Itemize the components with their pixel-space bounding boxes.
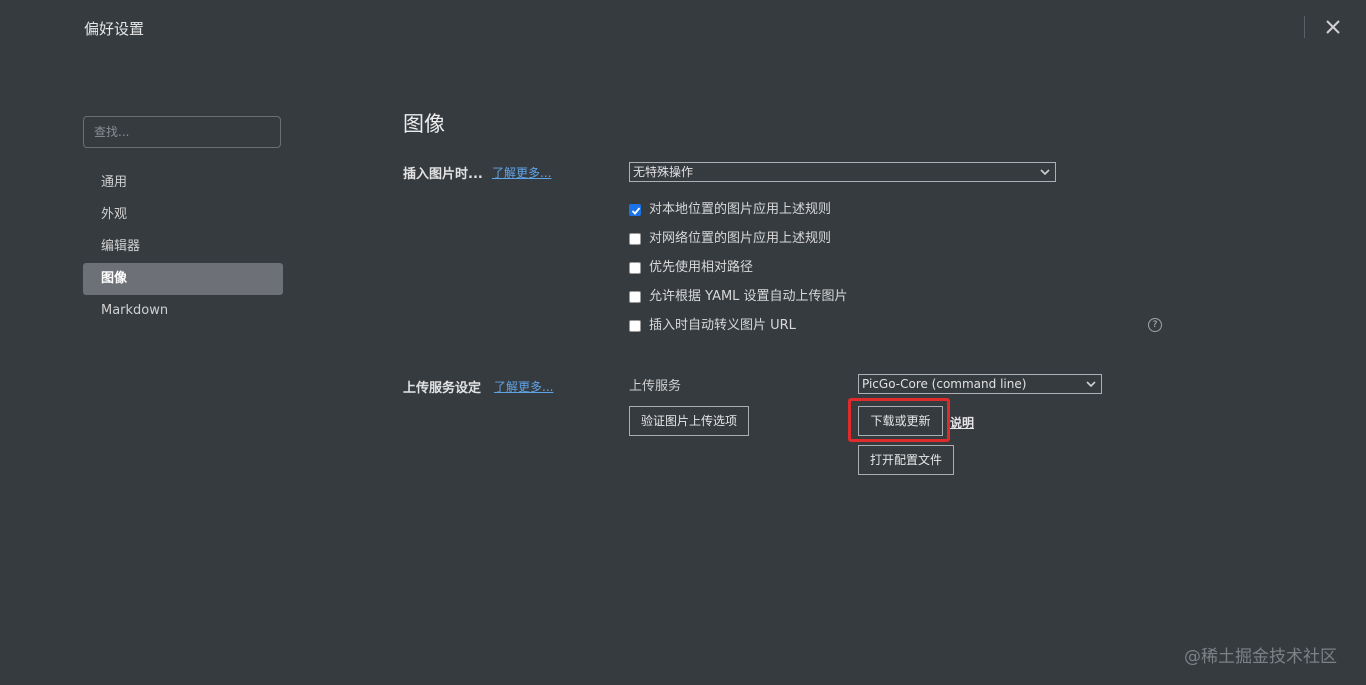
sidebar-item-appearance[interactable]: 外观 [83,199,283,231]
close-button[interactable] [1320,14,1346,40]
checkbox-unchecked-icon [629,262,641,274]
checkbox-label: 优先使用相对路径 [649,260,754,275]
chevron-down-icon [1040,169,1050,176]
title-bar: 偏好设置 [0,0,1366,56]
search-input[interactable] [83,116,281,148]
insert-image-label: 插入图片时... [403,167,483,182]
insert-action-select[interactable]: 无特殊操作 [629,162,1056,182]
chevron-down-icon [1086,381,1096,388]
explain-link[interactable]: 说明 [950,414,974,431]
checkbox-label: 对本地位置的图片应用上述规则 [649,202,832,217]
checkbox-unchecked-icon [629,233,641,245]
open-config-button[interactable]: 打开配置文件 [858,445,954,475]
window-title: 偏好设置 [84,20,145,38]
checkbox-label: 对网络位置的图片应用上述规则 [649,231,832,246]
sidebar-item-general[interactable]: 通用 [83,167,283,199]
sidebar-item-markdown[interactable]: Markdown [83,295,283,327]
watermark: @稀土掘金技术社区 [1184,647,1337,667]
title-divider [1304,16,1305,38]
sidebar-item-image[interactable]: 图像 [83,263,283,295]
close-icon [1326,20,1340,34]
checkbox-unchecked-icon [629,291,641,303]
download-update-button[interactable]: 下载或更新 [858,406,943,436]
service-label: 上传服务 [629,379,682,394]
sidebar-item-editor[interactable]: 编辑器 [83,231,283,263]
page-title: 图像 [403,112,445,136]
upload-service-value: PicGo-Core (command line) [862,377,1027,391]
checkbox-label: 允许根据 YAML 设置自动上传图片 [649,289,848,304]
upload-service-label: 上传服务设定 [403,381,482,396]
help-icon[interactable]: ? [1148,318,1162,332]
upload-service-select[interactable]: PicGo-Core (command line) [858,374,1102,394]
verify-upload-button[interactable]: 验证图片上传选项 [629,406,749,436]
checkbox-unchecked-icon [629,320,641,332]
checkbox-label: 插入时自动转义图片 URL [649,318,796,333]
insert-action-value: 无特殊操作 [633,165,694,179]
checkbox-checked-icon [629,204,641,216]
insert-learn-more-link[interactable]: 了解更多... [492,164,551,181]
upload-learn-more-link[interactable]: 了解更多... [494,378,553,395]
